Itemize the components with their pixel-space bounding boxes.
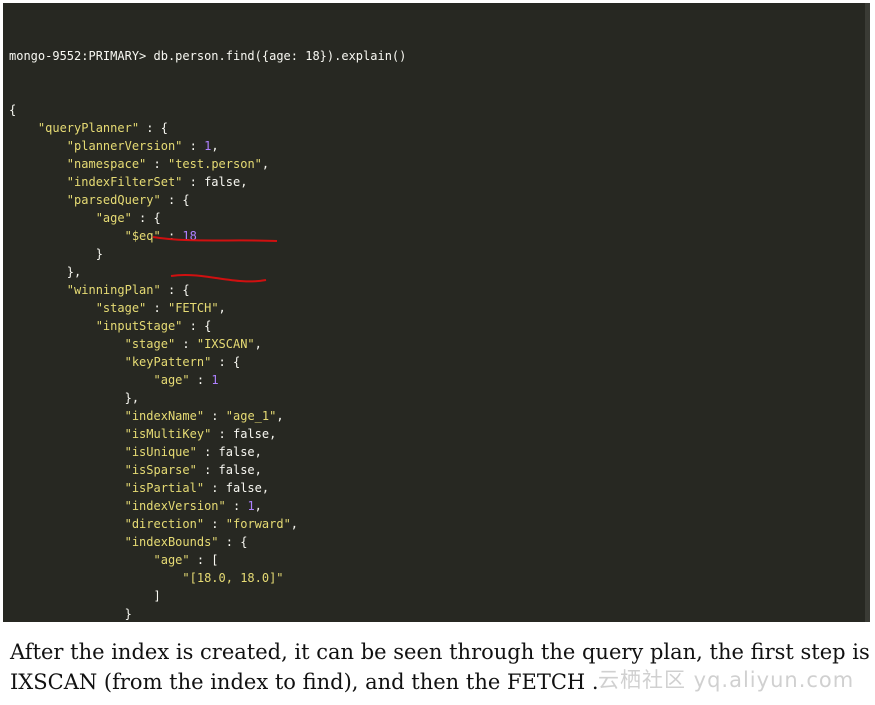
output-line: "[18.0, 18.0]" [182, 571, 284, 585]
output-line: "isSparse" : false, [124, 463, 262, 477]
output-line: "indexVersion" : 1, [124, 499, 262, 513]
output-line: "stage" : "IXSCAN", [124, 337, 262, 351]
output-line: { [9, 103, 17, 117]
output-line: "age" : { [95, 211, 161, 225]
terminal-window[interactable]: mongo-9552:PRIMARY> db.person.find({age:… [3, 3, 870, 622]
output-line: "indexBounds" : { [124, 535, 248, 549]
output-line: "indexName" : "age_1", [124, 409, 284, 423]
output-line: "winningPlan" : { [66, 283, 190, 297]
output-line: } [9, 247, 103, 261]
watermark: 云栖社区 yq.aliyun.com [598, 668, 855, 692]
output-line: "age" : [ [153, 553, 219, 567]
output-line: "isPartial" : false, [124, 481, 270, 495]
output-line: "isUnique" : false, [124, 445, 262, 459]
output-line: }, [9, 265, 82, 279]
explain-output: { "queryPlanner" : { "plannerVersion" : … [9, 101, 406, 622]
output-line: }, [9, 391, 140, 405]
output-line: ] [9, 589, 161, 603]
output-line: "indexFilterSet" : false, [66, 175, 248, 189]
output-line: "inputStage" : { [95, 319, 212, 333]
output-line: "stage" : "FETCH", [95, 301, 226, 315]
output-line: "age" : 1 [153, 373, 219, 387]
terminal-output: mongo-9552:PRIMARY> db.person.find({age:… [9, 11, 406, 622]
output-line: "queryPlanner" : { [37, 121, 168, 135]
output-line: } [9, 607, 132, 621]
command-line: mongo-9552:PRIMARY> db.person.find({age:… [9, 47, 406, 65]
output-line: "isMultiKey" : false, [124, 427, 277, 441]
shell-command: db.person.find({age: 18}).explain() [153, 49, 407, 63]
output-line: "plannerVersion" : 1, [66, 139, 219, 153]
output-line: "parsedQuery" : { [66, 193, 190, 207]
output-line: "direction" : "forward", [124, 517, 299, 531]
output-line: "keyPattern" : { [124, 355, 241, 369]
output-line: "namespace" : "test.person", [66, 157, 270, 171]
shell-prompt: mongo-9552:PRIMARY> [9, 49, 154, 63]
terminal-scrollbar[interactable] [865, 3, 870, 622]
output-line: "$eq" : 18 [124, 229, 197, 243]
